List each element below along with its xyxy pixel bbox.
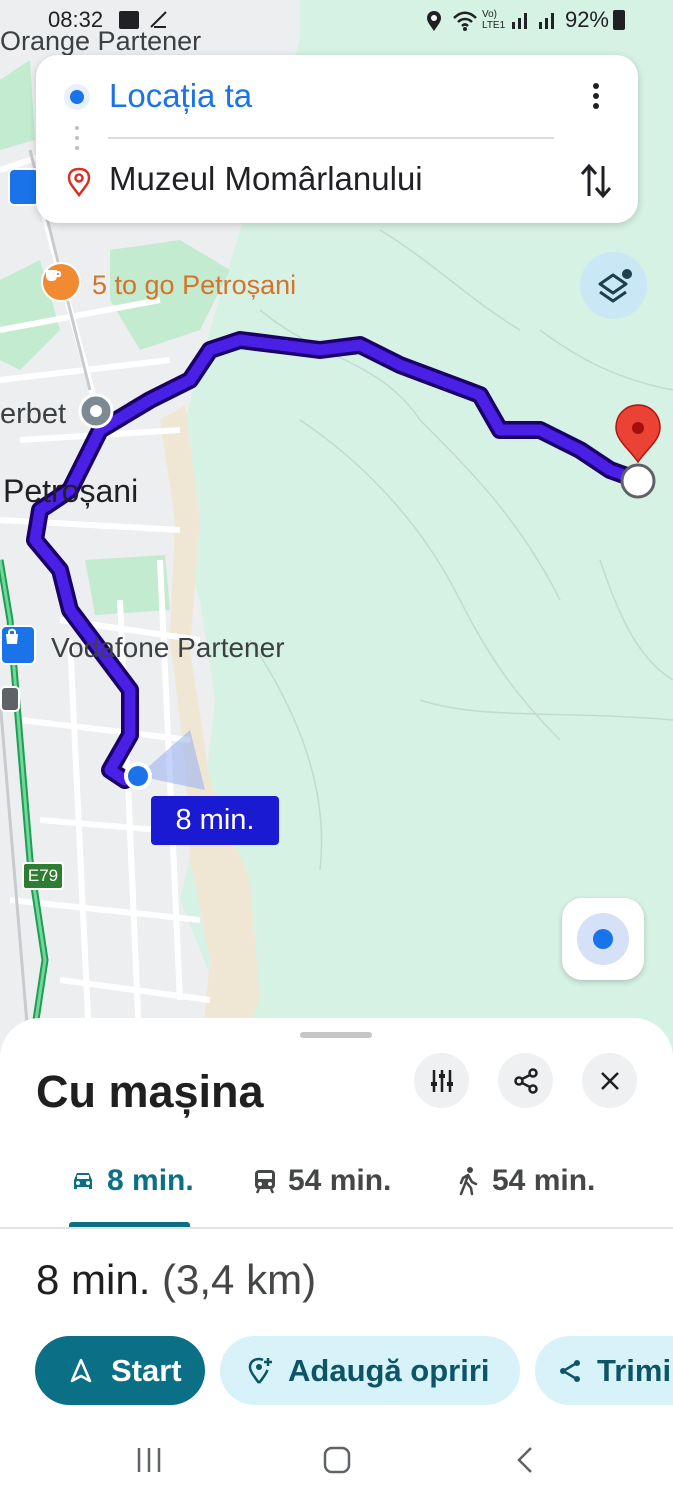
tab-drive[interactable]: 8 min. [69, 1156, 194, 1206]
start-button-label: Start [111, 1352, 182, 1388]
transit-stop-icon[interactable] [0, 686, 20, 712]
send-to-device-button[interactable]: Trimi [535, 1336, 673, 1405]
map-label-vodafone[interactable]: Vodafone Partener [51, 632, 285, 664]
battery-icon [613, 10, 625, 30]
shop-icon-vodafone[interactable] [0, 625, 36, 665]
share-icon [513, 1067, 538, 1094]
home-icon[interactable] [322, 1445, 352, 1475]
add-stops-button[interactable]: Adaugă opriri [220, 1336, 520, 1405]
recent-apps-icon[interactable] [134, 1446, 164, 1474]
swap-icon[interactable] [579, 162, 613, 200]
eta-badge[interactable]: 8 min. [151, 796, 279, 845]
signal-icon-2 [539, 13, 554, 29]
route-summary-distance: (3,4 km) [162, 1256, 317, 1303]
tab-transit[interactable]: 54 min. [252, 1156, 391, 1206]
sheet-title: Cu mașina [36, 1066, 264, 1117]
tab-walk[interactable]: 54 min. [456, 1156, 595, 1206]
close-icon [600, 1071, 619, 1090]
back-icon[interactable] [513, 1445, 537, 1475]
car-icon [74, 1173, 92, 1189]
gallery-icon [119, 11, 139, 29]
location-icon [427, 11, 441, 31]
tab-walk-label: 54 min. [492, 1164, 596, 1197]
add-stops-label: Adaugă opriri [288, 1352, 490, 1388]
add-location-icon [248, 1357, 272, 1384]
my-location-icon [577, 913, 629, 965]
tab-divider [0, 1227, 673, 1229]
route-search-card: Locația ta Muzeul Momârlanului [36, 55, 638, 223]
status-bar: 08:32 Vo) LTE1 92% [0, 0, 673, 40]
wifi-icon [453, 11, 477, 31]
route-options-button[interactable] [414, 1053, 469, 1108]
destination-field[interactable]: Muzeul Momârlanului [109, 160, 423, 198]
directions-sheet: Cu mașina 8 min. 54 min. 54 min. 8 min. … [0, 1018, 673, 1500]
cafe-icon[interactable] [41, 262, 81, 302]
share-icon-small [560, 1359, 580, 1382]
layers-button[interactable] [580, 252, 647, 319]
my-location-button[interactable] [562, 898, 644, 980]
tune-icon [430, 1069, 453, 1092]
more-options-icon[interactable] [584, 80, 608, 112]
tab-transit-label: 54 min. [288, 1164, 392, 1197]
map-label-cafe[interactable]: 5 to go Petroșani [92, 270, 296, 301]
system-nav-bar [0, 1420, 673, 1500]
tab-drive-label: 8 min. [107, 1164, 194, 1197]
close-button[interactable] [582, 1053, 637, 1108]
volte-icon: Vo) LTE1 [482, 9, 506, 31]
map-label-city[interactable]: Petroșani [3, 473, 138, 510]
route-summary[interactable]: 8 min. (3,4 km) [36, 1256, 316, 1304]
walk-icon [459, 1167, 478, 1196]
start-button[interactable]: Start [35, 1336, 205, 1405]
battery-percent: 92% [564, 7, 609, 32]
status-time: 08:32 [48, 7, 104, 32]
send-button-label: Trimi [597, 1352, 672, 1388]
missed-call-icon [150, 11, 167, 28]
signal-icon-1 [512, 13, 527, 29]
road-shield-e79: E79 [22, 862, 64, 890]
route-summary-time: 8 min. [36, 1256, 151, 1303]
layers-icon [598, 269, 632, 303]
map-label-erbet[interactable]: erbet [0, 398, 66, 431]
sheet-drag-handle[interactable] [300, 1032, 372, 1038]
route-dots-icon [75, 126, 79, 150]
destination-pin-icon [67, 167, 91, 197]
card-divider [108, 137, 554, 139]
road-shield-label: E79 [27, 866, 59, 885]
share-button[interactable] [498, 1053, 553, 1108]
navigation-arrow-icon [70, 1358, 92, 1382]
origin-dot-icon [64, 84, 90, 110]
transit-icon [255, 1170, 275, 1194]
